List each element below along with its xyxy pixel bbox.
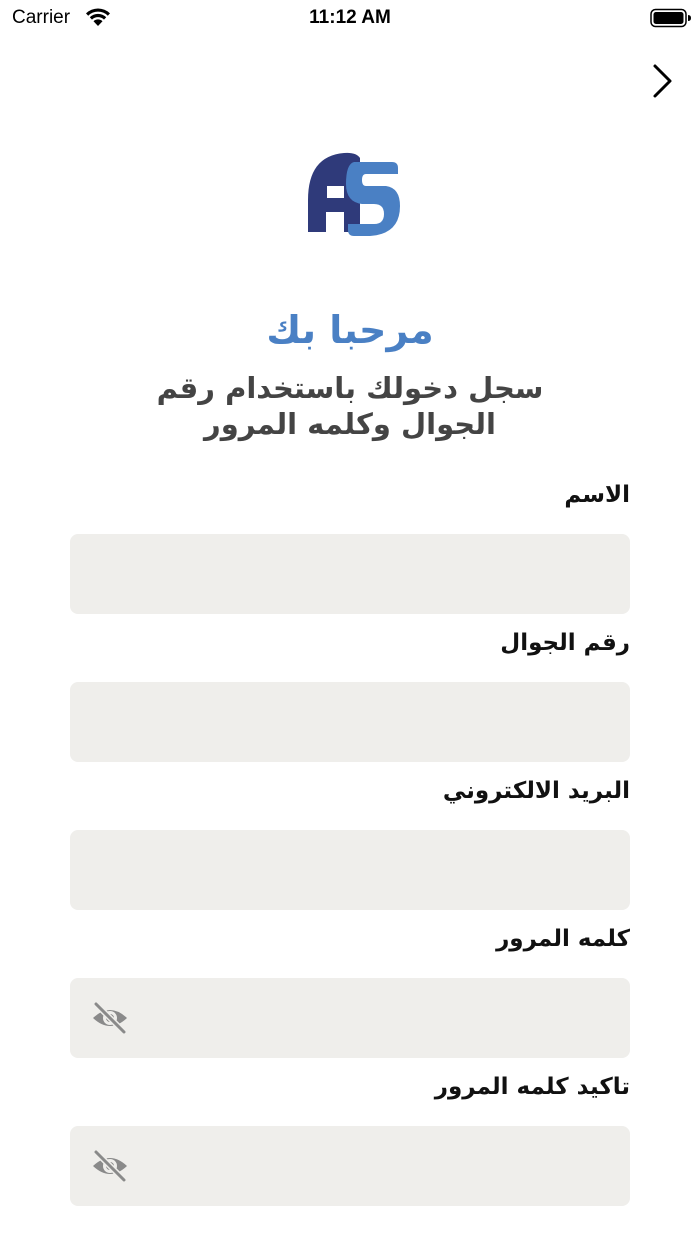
email-input[interactable] (70, 830, 630, 910)
phone-input[interactable] (70, 682, 630, 762)
subtitle-line-1: سجل دخولك باستخدام رقم (156, 371, 544, 405)
password-label: كلمه المرور (496, 926, 630, 952)
clock: 11:12 AM (309, 7, 391, 28)
phone-label: رقم الجوال (500, 630, 630, 656)
confirm-password-label: تاكيد كلمه المرور (434, 1074, 630, 1100)
subtitle-line-2: الجوال وكلمه المرور (204, 407, 496, 441)
name-input[interactable] (70, 534, 630, 614)
chevron-right-icon[interactable] (648, 62, 676, 100)
password-input[interactable] (70, 978, 630, 1058)
eye-off-icon[interactable] (90, 1000, 130, 1036)
welcome-title: مرحبا بك (266, 308, 434, 352)
app-logo (308, 152, 400, 236)
email-label: البريد الالكتروني (442, 778, 630, 804)
login-subtitle: سجل دخولك باستخدام رقم الجوال وكلمه المر… (140, 370, 560, 442)
confirm-password-input[interactable] (70, 1126, 630, 1206)
status-bar: Carrier 11:12 AM (0, 0, 700, 40)
battery-icon (650, 8, 691, 28)
eye-off-icon[interactable] (90, 1148, 130, 1184)
name-label: الاسم (564, 482, 630, 508)
